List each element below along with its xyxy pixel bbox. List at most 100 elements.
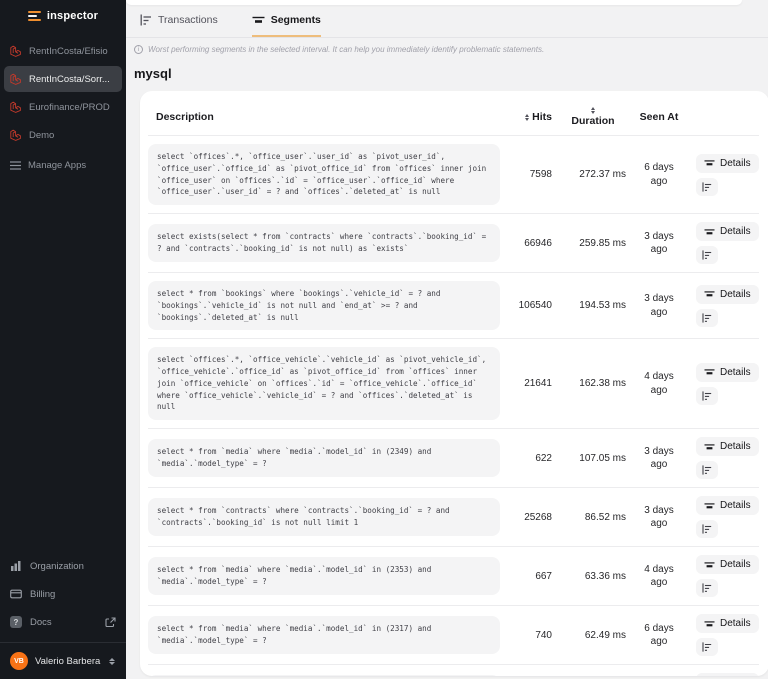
table-row: select * from `bookings` where `bookings… — [148, 272, 759, 338]
tab-bar: Transactions Segments — [126, 0, 768, 37]
tab-segments-label: Segments — [270, 14, 321, 26]
duration-value: 63.36 ms — [584, 570, 626, 582]
row-actions: Details — [692, 614, 759, 657]
laravel-icon — [10, 45, 21, 57]
duration-value: 86.52 ms — [584, 511, 626, 523]
transactions-link-button[interactable] — [696, 308, 718, 327]
column-header-duration[interactable]: Duration — [560, 107, 626, 127]
transactions-icon — [702, 583, 712, 593]
user-menu[interactable]: VB Valerio Barbera — [0, 642, 126, 679]
details-button[interactable]: Details — [696, 673, 759, 676]
seen-at-value: 4 days ago — [644, 371, 674, 396]
segments-icon — [252, 16, 265, 23]
chevron-updown-icon — [109, 657, 116, 665]
sidebar-app-item[interactable]: Demo — [4, 122, 122, 148]
transactions-icon — [702, 250, 712, 260]
details-button[interactable]: Details — [696, 614, 759, 634]
transactions-link-button[interactable] — [696, 177, 718, 196]
hits-value: 21641 — [524, 378, 552, 390]
details-button[interactable]: Details — [696, 284, 759, 304]
transactions-icon — [702, 524, 712, 534]
avatar: VB — [10, 652, 28, 670]
sidebar-app-label: RentInCosta/Sorr... — [29, 73, 110, 85]
table-row: select exists(select * from `contracts` … — [148, 213, 759, 272]
details-icon — [704, 503, 715, 509]
scrolled-header-strip — [126, 0, 742, 5]
transactions-icon — [702, 181, 712, 192]
duration-value: 194.53 ms — [579, 300, 626, 312]
hits-value: 740 — [535, 629, 552, 641]
docs-label: Docs — [30, 616, 52, 628]
sort-icon — [591, 107, 595, 114]
tab-segments[interactable]: Segments — [251, 14, 321, 37]
sidebar-app-item[interactable]: Eurofinance/PROD — [4, 94, 122, 120]
inspector-logo[interactable]: inspector — [0, 0, 126, 34]
transactions-link-button[interactable] — [696, 520, 718, 539]
billing-icon — [10, 589, 22, 599]
seen-at-value: 3 days ago — [644, 504, 674, 530]
query-description: select * from `contracts` where `contrac… — [148, 498, 500, 536]
transactions-link-button[interactable] — [696, 386, 718, 405]
query-description: select * from `bookings` where `bookings… — [148, 281, 500, 331]
query-description: select * from `media` where `media`.`mod… — [148, 616, 500, 654]
query-description: select exists(select * from `contracts` … — [148, 224, 500, 262]
query-description: select `offices`.*, `office_vehicle`.`ve… — [148, 347, 500, 421]
hits-value: 25268 — [524, 511, 552, 523]
details-button[interactable]: Details — [696, 153, 759, 173]
inspector-logo-text: inspector — [46, 10, 99, 22]
row-actions: Details — [692, 437, 759, 480]
details-button[interactable]: Details — [696, 496, 759, 516]
column-header-description: Description — [156, 111, 214, 123]
transactions-link-button[interactable] — [696, 638, 718, 657]
query-description: select * from `media` where `media`.`mod… — [148, 557, 500, 595]
row-actions: Details — [692, 496, 759, 539]
info-text: Worst performing segments in the selecte… — [148, 45, 545, 54]
organization-icon — [11, 561, 21, 571]
sidebar-app-item[interactable]: RentInCosta/Sorr... — [4, 66, 122, 92]
sidebar-item-manage-apps[interactable]: Manage Apps — [0, 152, 126, 179]
details-icon — [704, 369, 715, 375]
external-link-icon — [105, 616, 116, 627]
seen-at-value: 3 days ago — [644, 293, 674, 318]
sidebar-item-docs[interactable]: ? Docs — [10, 608, 116, 636]
transactions-icon — [702, 465, 712, 475]
column-header-hits[interactable]: Hits — [508, 111, 552, 123]
details-icon — [704, 444, 715, 450]
details-button[interactable]: Details — [696, 437, 759, 457]
table-row: select `offices`.*, `office_user`.`user_… — [148, 135, 759, 213]
transactions-link-button[interactable] — [696, 246, 718, 265]
transactions-link-button[interactable] — [696, 579, 718, 598]
transactions-link-button[interactable] — [696, 461, 718, 480]
query-description: select `offices`.*, `office_user`.`user_… — [148, 144, 500, 206]
info-line: i Worst performing segments in the selec… — [126, 38, 768, 54]
table-row: select * from `media` where `media`.`mod… — [148, 605, 759, 664]
table-body: select `offices`.*, `office_user`.`user_… — [148, 135, 759, 676]
table-row: select * from `media` where `media`.`mod… — [148, 546, 759, 605]
docs-question-icon: ? — [10, 616, 22, 628]
hits-value: 667 — [535, 570, 552, 582]
details-icon — [704, 160, 715, 166]
seen-at-value: 3 days ago — [644, 230, 674, 256]
sidebar-app-item[interactable]: RentInCosta/Efisio — [4, 38, 122, 64]
table-row: select * from `media` where `media`.`mod… — [148, 664, 759, 676]
seen-at-value: 4 days ago — [644, 563, 674, 589]
tab-transactions-label: Transactions — [158, 14, 218, 26]
hits-value: 622 — [535, 452, 552, 464]
laravel-icon — [10, 101, 21, 113]
page-title: mysql — [134, 66, 172, 81]
sidebar-app-label: Demo — [29, 129, 55, 141]
tab-transactions[interactable]: Transactions — [140, 14, 218, 37]
hits-value: 7598 — [529, 169, 552, 181]
sidebar-item-billing[interactable]: Billing — [10, 580, 116, 608]
sidebar-app-label: RentInCosta/Efisio — [29, 45, 108, 57]
details-icon — [704, 621, 715, 627]
list-icon — [10, 161, 21, 170]
sidebar-item-organization[interactable]: Organization — [10, 552, 116, 580]
column-header-seen-at: Seen At — [639, 111, 679, 123]
transactions-icon — [702, 313, 712, 323]
row-actions: Details — [692, 284, 759, 327]
details-button[interactable]: Details — [696, 362, 759, 382]
details-button[interactable]: Details — [696, 555, 759, 575]
details-button[interactable]: Details — [696, 222, 759, 242]
main-content: Transactions Segments i Worst performing… — [126, 0, 768, 679]
